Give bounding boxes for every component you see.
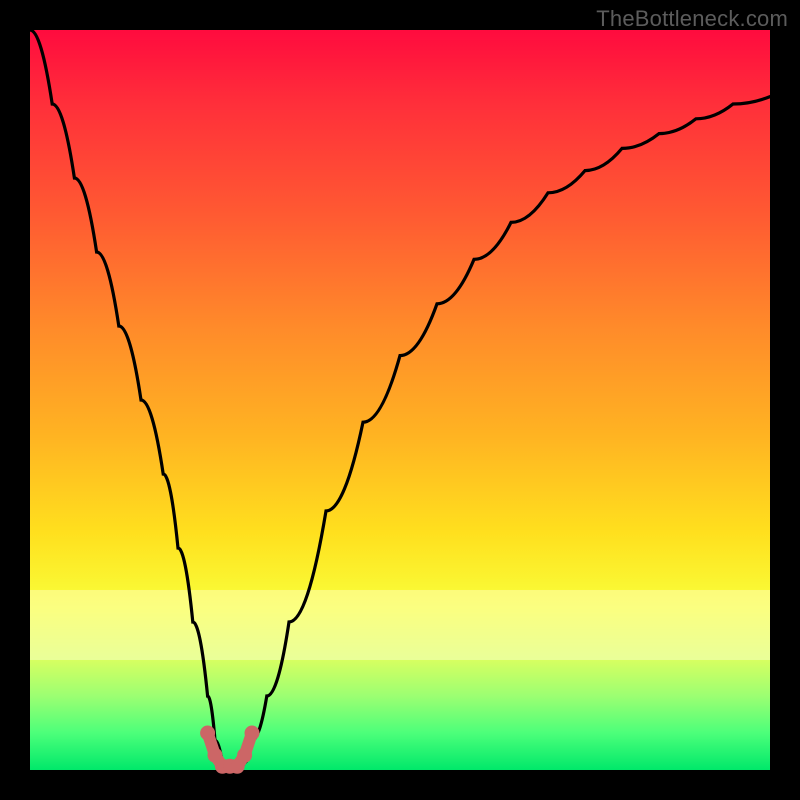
watermark-text: TheBottleneck.com: [596, 6, 788, 32]
trough-marker-dot: [245, 726, 259, 740]
trough-marker-dot: [238, 748, 252, 762]
trough-marker-group: [201, 726, 259, 773]
bottleneck-curve-path: [30, 30, 770, 770]
chart-frame: [30, 30, 770, 770]
chart-svg: [30, 30, 770, 770]
trough-marker-dot: [201, 726, 215, 740]
